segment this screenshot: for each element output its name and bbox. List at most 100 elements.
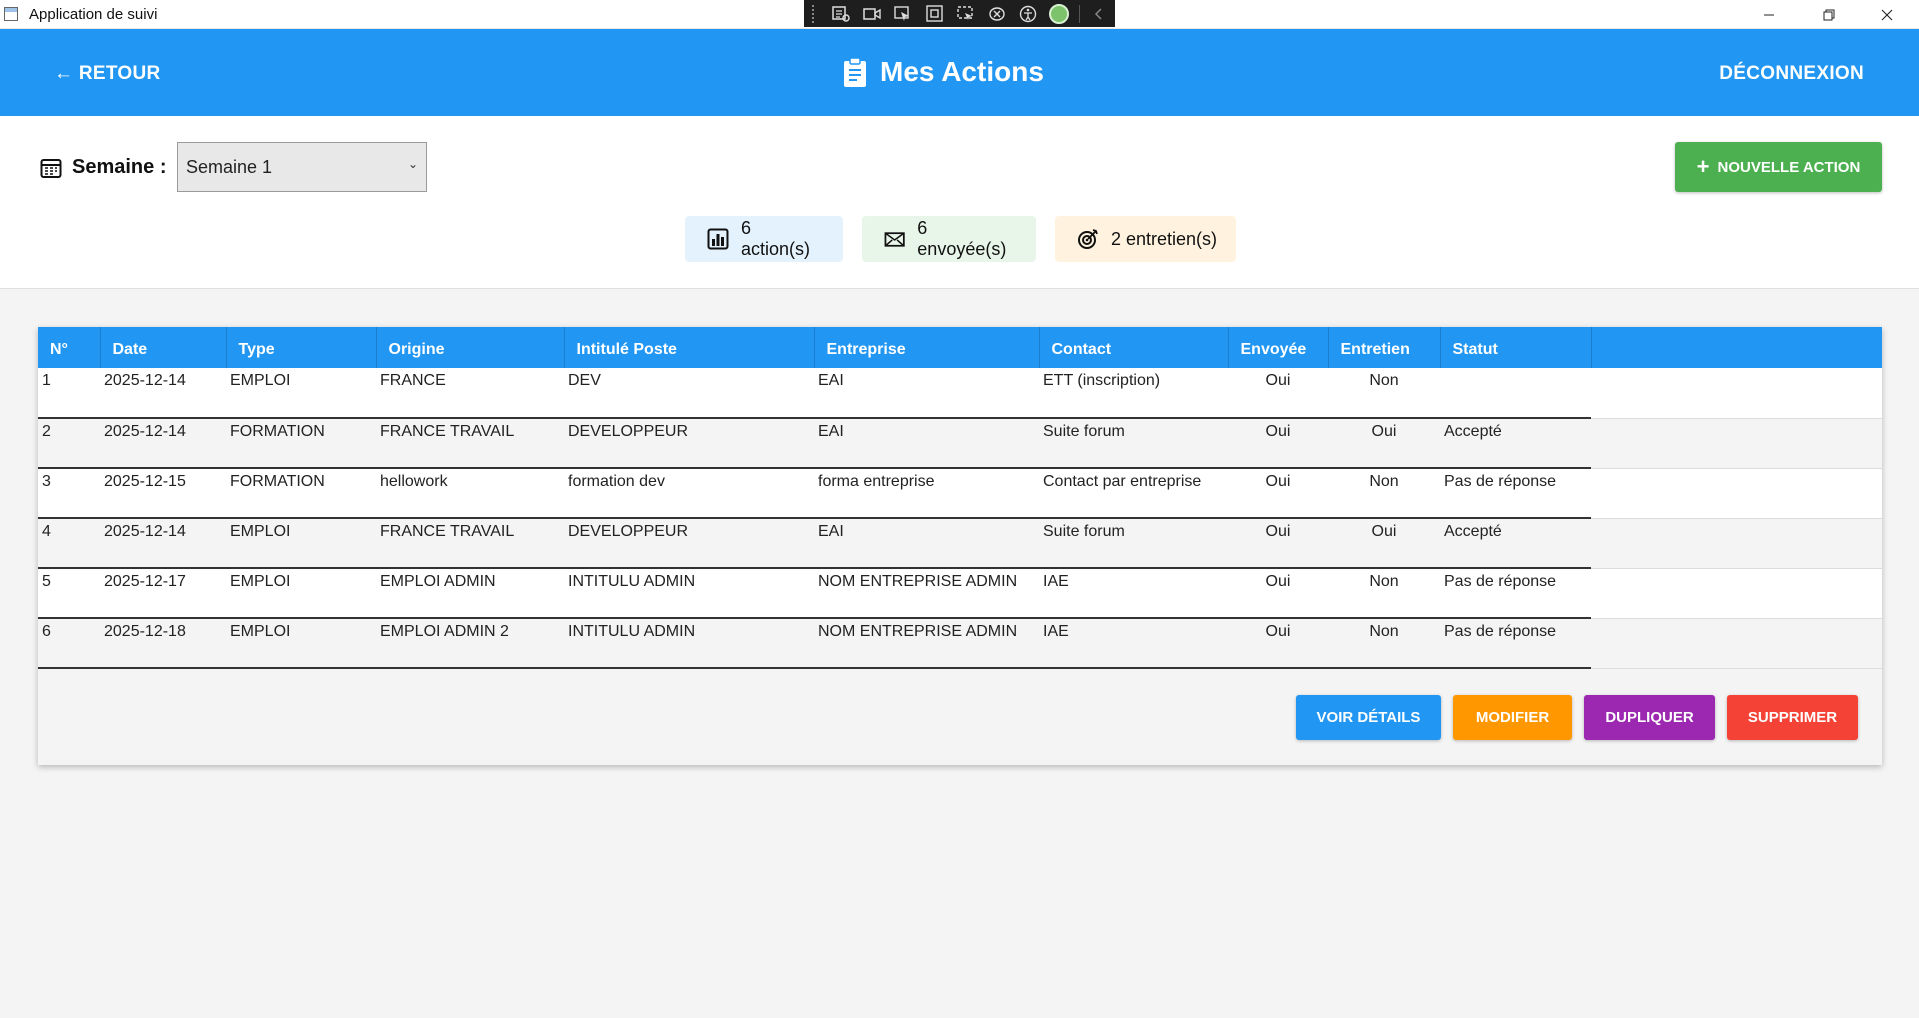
cell-filler [1591,618,1882,669]
delete-button[interactable]: SUPPRIMER [1727,695,1858,740]
cell-company: EAI [814,418,1039,469]
logout-button[interactable]: DÉCONNEXION [1719,63,1864,85]
stat-actions-badge: 6 action(s) [685,216,843,262]
stat-actions-text: 6 action(s) [740,218,811,259]
cell-type: EMPLOI [226,618,376,669]
app-header: ← RETOUR Mes Actions DÉCONNEXION [0,29,1919,116]
column-header-job-title[interactable]: Intitulé Poste [564,327,815,368]
view-details-button[interactable]: VOIR DÉTAILS [1296,695,1441,740]
table-row[interactable]: 2 2025-12-14 FORMATION FRANCE TRAVAIL DEVELO… [38,418,1882,469]
cell-filler [1591,518,1882,569]
hot-reload-ok-icon[interactable] [1044,0,1075,27]
cell-filler [1591,418,1882,469]
cell-sent: Oui [1228,468,1328,519]
week-select-value: Semaine 1 [186,156,273,177]
new-action-button[interactable]: + NOUVELLE ACTION [1675,142,1882,192]
cell-number: 3 [38,468,100,519]
table-row[interactable]: 4 2025-12-14 EMPLOI FRANCE TRAVAIL DEVELOPPE… [38,518,1882,569]
table-header-row: N° Date Type Origine Intitulé Poste Entr… [38,327,1882,368]
column-header-sent[interactable]: Envoyée [1228,327,1329,368]
live-visual-tree-icon[interactable] [826,0,857,27]
cell-company: EAI [814,368,1039,419]
cell-job-title: INTITULU ADMIN [564,568,814,619]
accessibility-icon[interactable] [1013,0,1044,27]
column-header-origin[interactable]: Origine [376,327,565,368]
window-titlebar: Application de suivi [0,0,1919,29]
cell-number: 5 [38,568,100,619]
cell-date: 2025-12-14 [100,368,226,419]
column-header-date[interactable]: Date [100,327,227,368]
cell-sent: Oui [1228,368,1328,419]
stat-interviews-badge: 2 entretien(s) [1055,216,1236,262]
cell-interview: Oui [1328,418,1440,469]
cell-interview: Oui [1328,518,1440,569]
cell-job-title: INTITULU ADMIN [564,618,814,669]
filter-panel: Semaine : Semaine 1 ⌄ + NOUVELLE ACTION … [0,116,1919,289]
restore-button[interactable] [1797,0,1861,29]
cell-interview: Non [1328,618,1440,669]
target-icon [1078,229,1098,249]
cell-type: FORMATION [226,468,376,519]
cell-date: 2025-12-14 [100,418,226,469]
toolbar-grip[interactable] [812,4,820,23]
cell-status: Accepté [1440,418,1591,469]
week-label: Semaine : [72,156,167,178]
collapse-toolbar-icon[interactable] [1084,0,1115,27]
cell-origin: EMPLOI ADMIN [376,568,564,619]
column-header-number[interactable]: N° [38,327,101,368]
cell-date: 2025-12-14 [100,518,226,569]
page-title-group: Mes Actions [842,56,1044,88]
track-focus-icon[interactable] [950,0,981,27]
cell-company: forma entreprise [814,468,1039,519]
cell-status: Accepté [1440,518,1591,569]
column-header-company[interactable]: Entreprise [814,327,1040,368]
binding-failures-icon[interactable] [981,0,1012,27]
cell-contact: Suite forum [1039,518,1228,569]
table-row[interactable]: 6 2025-12-18 EMPLOI EMPLOI ADMIN 2 INTITULU … [38,618,1882,669]
table-row[interactable]: 5 2025-12-17 EMPLOI EMPLOI ADMIN INTITULU AD… [38,568,1882,619]
cell-number: 4 [38,518,100,569]
column-header-status[interactable]: Statut [1440,327,1592,368]
video-record-icon[interactable] [857,0,888,27]
cell-contact: IAE [1039,568,1228,619]
cell-job-title: DEVELOPPEUR [564,418,814,469]
cell-contact: ETT (inscription) [1039,368,1228,419]
close-button[interactable] [1855,0,1919,29]
cell-date: 2025-12-15 [100,468,226,519]
cell-contact: Contact par entreprise [1039,468,1228,519]
week-label-group: Semaine : [40,156,166,179]
cell-contact: IAE [1039,618,1228,669]
cell-filler [1591,568,1882,619]
cell-number: 6 [38,618,100,669]
minimize-button[interactable] [1737,0,1801,29]
cell-type: EMPLOI [226,518,376,569]
cell-origin: FRANCE TRAVAIL [376,418,564,469]
cell-type: EMPLOI [226,368,376,419]
envelope-icon [884,232,905,247]
cell-status: Pas de réponse [1440,468,1591,519]
cell-company: NOM ENTREPRISE ADMIN [814,618,1039,669]
column-header-contact[interactable]: Contact [1039,327,1229,368]
table-row[interactable]: 3 2025-12-15 FORMATION hellowork formation d… [38,468,1882,519]
edit-button[interactable]: MODIFIER [1453,695,1572,740]
duplicate-button[interactable]: DUPLIQUER [1584,695,1715,740]
stat-sent-text: 6 envoyée(s) [917,218,1007,259]
cell-number: 2 [38,418,100,469]
cell-job-title: formation dev [564,468,814,519]
select-element-icon[interactable] [888,0,919,27]
column-header-interview[interactable]: Entretien [1328,327,1441,368]
week-select[interactable]: Semaine 1 ⌄ [177,142,427,192]
cell-sent: Oui [1228,418,1328,469]
column-header-type[interactable]: Type [226,327,377,368]
page-title: Mes Actions [880,56,1044,87]
cell-date: 2025-12-17 [100,568,226,619]
cell-interview: Non [1328,468,1440,519]
table-row[interactable]: 1 2025-12-14 EMPLOI FRANCE DEV EAI ETT (inscri… [38,368,1882,419]
cell-job-title: DEV [564,368,814,419]
cell-company: EAI [814,518,1039,569]
cell-sent: Oui [1228,618,1328,669]
layout-adorner-icon[interactable] [919,0,950,27]
cell-interview: Non [1328,368,1440,419]
back-button[interactable]: ← RETOUR [54,63,161,85]
cell-sent: Oui [1228,568,1328,619]
